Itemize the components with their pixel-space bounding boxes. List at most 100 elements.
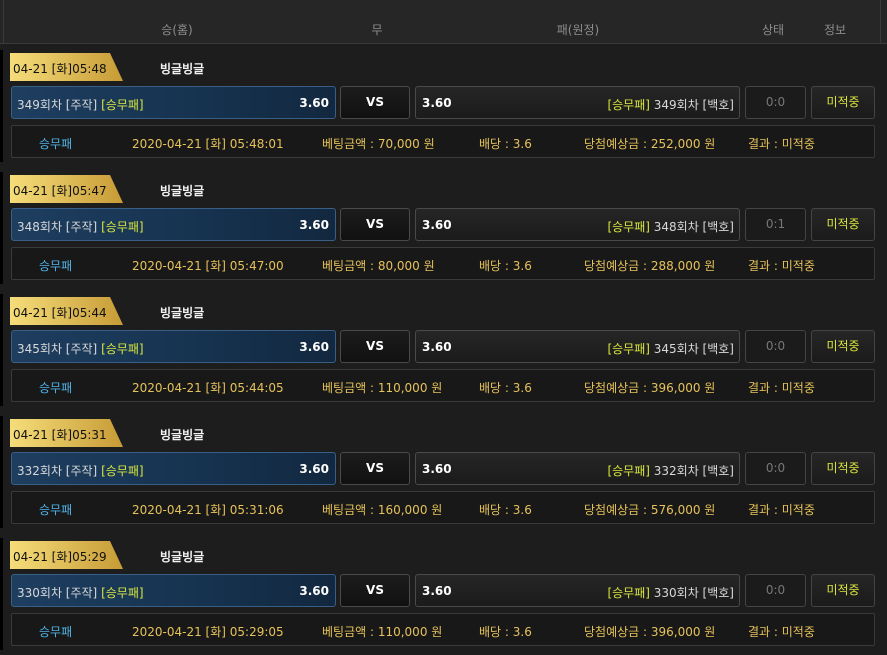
home-odds: 3.60 bbox=[299, 584, 329, 598]
bet-detail-row: 승무패 2020-04-21 [화] 05:48:01 베팅금액 : 70,00… bbox=[11, 125, 875, 158]
header-info: 정보 bbox=[823, 23, 847, 37]
header-away: 패(원정) bbox=[556, 23, 600, 37]
league-name: 빙글빙글 bbox=[160, 184, 205, 198]
away-name: 348회차 [백호] bbox=[653, 220, 734, 234]
home-label: 349회차 [주작] [승무패] bbox=[17, 96, 144, 113]
away-tag: [승무패] bbox=[607, 220, 650, 234]
bet-time: 04-21 [화]05:48 bbox=[13, 62, 107, 76]
detail-result: 결과 : 미적중 bbox=[748, 137, 815, 151]
home-name: 348회차 [주작] bbox=[17, 220, 98, 234]
left-accent-bar bbox=[0, 50, 3, 162]
home-tag: [승무패] bbox=[101, 220, 144, 234]
time-tag: 04-21 [화]05:44 bbox=[10, 297, 124, 325]
header-divider bbox=[3, 0, 4, 44]
left-accent-bar bbox=[0, 538, 3, 650]
home-button[interactable]: 348회차 [주작] [승무패] 3.60 bbox=[11, 208, 336, 241]
status-button[interactable]: 미적중 bbox=[811, 86, 875, 119]
home-tag: [승무패] bbox=[101, 586, 144, 600]
score-box: 0:1 bbox=[745, 208, 806, 241]
away-label: [승무패] 348회차 [백호] bbox=[607, 218, 734, 235]
away-button[interactable]: 3.60 [승무패] 349회차 [백호] bbox=[415, 86, 740, 119]
header-divider bbox=[880, 0, 881, 44]
bet-detail-row: 승무패 2020-04-21 [화] 05:44:05 베팅금액 : 110,0… bbox=[11, 369, 875, 402]
detail-expected-win: 당첨예상금 : 288,000 원 bbox=[584, 259, 716, 273]
away-tag: [승무패] bbox=[607, 586, 650, 600]
bet-time: 04-21 [화]05:29 bbox=[13, 550, 107, 564]
league-name: 빙글빙글 bbox=[160, 428, 205, 442]
detail-rate: 배당 : 3.6 bbox=[479, 503, 532, 517]
home-odds: 3.60 bbox=[299, 462, 329, 476]
draw-button[interactable]: VS bbox=[340, 86, 410, 119]
away-name: 349회차 [백호] bbox=[653, 98, 734, 112]
away-button[interactable]: 3.60 [승무패] 345회차 [백호] bbox=[415, 330, 740, 363]
draw-button[interactable]: VS bbox=[340, 208, 410, 241]
draw-button[interactable]: VS bbox=[340, 574, 410, 607]
status-button[interactable]: 미적중 bbox=[811, 574, 875, 607]
away-tag: [승무패] bbox=[607, 464, 650, 478]
away-label: [승무패] 349회차 [백호] bbox=[607, 96, 734, 113]
detail-expected-win: 당첨예상금 : 252,000 원 bbox=[584, 137, 716, 151]
away-odds: 3.60 bbox=[422, 584, 452, 598]
home-tag: [승무패] bbox=[101, 342, 144, 356]
detail-kind: 승무패 bbox=[39, 503, 73, 517]
time-tag: 04-21 [화]05:31 bbox=[10, 419, 124, 447]
bet-detail-row: 승무패 2020-04-21 [화] 05:29:05 베팅금액 : 110,0… bbox=[11, 613, 875, 646]
score-box: 0:0 bbox=[745, 452, 806, 485]
detail-bet-amount: 베팅금액 : 80,000 원 bbox=[322, 259, 435, 273]
detail-rate: 배당 : 3.6 bbox=[479, 259, 532, 273]
home-button[interactable]: 330회차 [주작] [승무패] 3.60 bbox=[11, 574, 336, 607]
status-button[interactable]: 미적중 bbox=[811, 330, 875, 363]
detail-bet-amount: 베팅금액 : 70,000 원 bbox=[322, 137, 435, 151]
header-status: 상태 bbox=[761, 23, 785, 37]
home-odds: 3.60 bbox=[299, 96, 329, 110]
detail-datetime: 2020-04-21 [화] 05:48:01 bbox=[132, 137, 284, 151]
away-button[interactable]: 3.60 [승무패] 330회차 [백호] bbox=[415, 574, 740, 607]
away-tag: [승무패] bbox=[607, 342, 650, 356]
detail-rate: 배당 : 3.6 bbox=[479, 381, 532, 395]
bet-block: 04-21 [화]05:48 빙글빙글 349회차 [주작] [승무패] 3.6… bbox=[0, 44, 887, 166]
detail-rate: 배당 : 3.6 bbox=[479, 625, 532, 639]
away-odds: 3.60 bbox=[422, 218, 452, 232]
detail-bet-amount: 베팅금액 : 110,000 원 bbox=[322, 381, 443, 395]
home-label: 332회차 [주작] [승무패] bbox=[17, 462, 144, 479]
home-button[interactable]: 345회차 [주작] [승무패] 3.60 bbox=[11, 330, 336, 363]
bet-time: 04-21 [화]05:44 bbox=[13, 306, 107, 320]
away-odds: 3.60 bbox=[422, 96, 452, 110]
away-button[interactable]: 3.60 [승무패] 348회차 [백호] bbox=[415, 208, 740, 241]
status-button[interactable]: 미적중 bbox=[811, 208, 875, 241]
detail-kind: 승무패 bbox=[39, 137, 73, 151]
detail-datetime: 2020-04-21 [화] 05:29:05 bbox=[132, 625, 284, 639]
home-label: 345회차 [주작] [승무패] bbox=[17, 340, 144, 357]
detail-expected-win: 당첨예상금 : 576,000 원 bbox=[584, 503, 716, 517]
away-name: 330회차 [백호] bbox=[653, 586, 734, 600]
left-accent-bar bbox=[0, 294, 3, 406]
home-button[interactable]: 332회차 [주작] [승무패] 3.60 bbox=[11, 452, 336, 485]
detail-kind: 승무패 bbox=[39, 381, 73, 395]
home-name: 345회차 [주작] bbox=[17, 342, 98, 356]
left-accent-bar bbox=[0, 172, 3, 284]
draw-button[interactable]: VS bbox=[340, 330, 410, 363]
bet-block: 04-21 [화]05:47 빙글빙글 348회차 [주작] [승무패] 3.6… bbox=[0, 166, 887, 288]
away-button[interactable]: 3.60 [승무패] 332회차 [백호] bbox=[415, 452, 740, 485]
status-button[interactable]: 미적중 bbox=[811, 452, 875, 485]
detail-kind: 승무패 bbox=[39, 259, 73, 273]
home-label: 330회차 [주작] [승무패] bbox=[17, 584, 144, 601]
detail-rate: 배당 : 3.6 bbox=[479, 137, 532, 151]
away-odds: 3.60 bbox=[422, 340, 452, 354]
table-header: 승(홈) 무 패(원정) 상태 정보 bbox=[0, 0, 887, 44]
home-button[interactable]: 349회차 [주작] [승무패] 3.60 bbox=[11, 86, 336, 119]
detail-result: 결과 : 미적중 bbox=[748, 625, 815, 639]
away-tag: [승무패] bbox=[607, 98, 650, 112]
away-name: 332회차 [백호] bbox=[653, 464, 734, 478]
detail-expected-win: 당첨예상금 : 396,000 원 bbox=[584, 625, 716, 639]
score-box: 0:0 bbox=[745, 330, 806, 363]
score-box: 0:0 bbox=[745, 574, 806, 607]
bet-detail-row: 승무패 2020-04-21 [화] 05:47:00 베팅금액 : 80,00… bbox=[11, 247, 875, 280]
left-accent-bar bbox=[0, 416, 3, 528]
league-name: 빙글빙글 bbox=[160, 306, 205, 320]
time-tag: 04-21 [화]05:48 bbox=[10, 53, 124, 81]
bet-time: 04-21 [화]05:31 bbox=[13, 428, 107, 442]
draw-button[interactable]: VS bbox=[340, 452, 410, 485]
detail-kind: 승무패 bbox=[39, 625, 73, 639]
detail-expected-win: 당첨예상금 : 396,000 원 bbox=[584, 381, 716, 395]
